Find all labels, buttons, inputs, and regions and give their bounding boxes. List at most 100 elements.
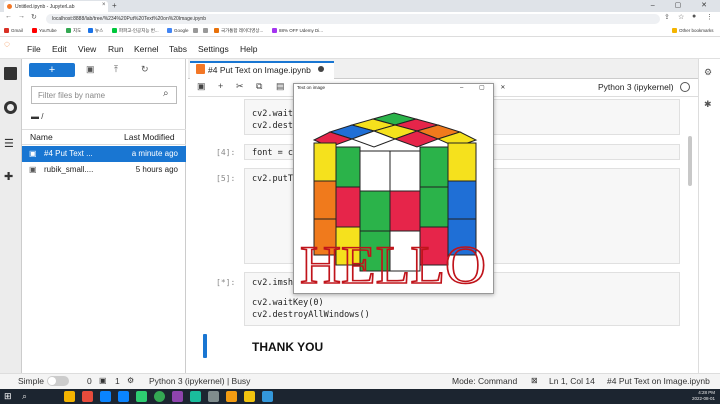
kernel-status-text[interactable]: Python 3 (ipykernel) | Busy xyxy=(149,376,250,386)
clock-date: 2022-08-01 xyxy=(691,396,715,401)
menu-edit[interactable]: Edit xyxy=(52,44,67,54)
bookmark-radar[interactable]: 국가통합 레이더영상... xyxy=(214,28,263,34)
app-icon[interactable] xyxy=(190,391,201,402)
new-launcher-button[interactable]: + xyxy=(29,63,75,77)
app-icon[interactable] xyxy=(136,391,147,402)
menu-view[interactable]: View xyxy=(78,44,96,54)
profile-icon[interactable]: ● xyxy=(692,13,696,20)
markdown-heading[interactable]: THANK YOU xyxy=(252,340,323,354)
bookmark-udemy[interactable]: 88% OFF Udemy Di... xyxy=(272,28,323,33)
bookmarks-bar xyxy=(0,25,720,37)
url-input[interactable]: localhost:8888/lab/tree/%234%20Put%20Tex… xyxy=(46,14,660,24)
app-icon[interactable] xyxy=(226,391,237,402)
scrollbar[interactable] xyxy=(688,136,692,186)
new-tab-button[interactable]: + xyxy=(112,1,117,10)
bookmark-star-icon[interactable]: ☆ xyxy=(678,13,684,21)
window-controls[interactable]: – ▢ ✕ xyxy=(651,1,716,9)
bookmark-papago[interactable]: 파파고-인공지능 번... xyxy=(112,28,159,34)
cell-prompt: [4]: xyxy=(216,148,236,157)
refresh-icon[interactable]: ↻ xyxy=(141,64,149,75)
window-title: Text on image xyxy=(297,85,326,90)
page-icon xyxy=(193,28,198,33)
share-icon[interactable]: ⇪ xyxy=(664,13,670,21)
chrome-icon[interactable] xyxy=(154,391,165,402)
filter-files-input[interactable]: Filter files by name xyxy=(31,86,177,104)
app-icon[interactable] xyxy=(208,391,219,402)
bookmark-google[interactable]: Google xyxy=(167,28,189,33)
browser-menu-icon[interactable]: ⋮ xyxy=(706,13,713,21)
debugger-icon[interactable]: ✱ xyxy=(704,99,712,110)
bookmark-news[interactable]: 뉴스 xyxy=(88,28,103,34)
mode-indicator: Mode: Command xyxy=(452,376,518,386)
menu-run[interactable]: Run xyxy=(108,44,124,54)
radar-icon xyxy=(214,28,219,33)
bookmark-map[interactable]: 지도 xyxy=(66,28,81,34)
terminal-count[interactable]: 0 xyxy=(87,376,92,386)
window-controls[interactable]: – ▢ ✕ xyxy=(460,84,512,91)
file-row-selected[interactable]: ▣ #4 Put Text ... a minute ago xyxy=(22,146,186,162)
running-icon[interactable] xyxy=(4,101,17,114)
kernel-count[interactable]: 1 xyxy=(115,376,120,386)
breadcrumb[interactable]: ▬ / xyxy=(31,112,43,121)
notebook-file-icon: ▣ xyxy=(29,149,37,158)
bookmark-youtube[interactable]: YouTube xyxy=(32,28,57,33)
bookmark-blank-1[interactable] xyxy=(193,28,200,33)
table-of-contents-icon[interactable]: ☰ xyxy=(4,137,17,150)
unsaved-dot-icon[interactable] xyxy=(318,66,324,72)
menu-settings[interactable]: Settings xyxy=(198,44,229,54)
save-icon[interactable]: ▣ xyxy=(197,81,206,92)
cursor-position[interactable]: Ln 1, Col 14 xyxy=(549,376,595,386)
menu-kernel[interactable]: Kernel xyxy=(134,44,159,54)
taskbar-clock[interactable]: 4:28 PM 2022-08-01 xyxy=(692,390,715,402)
search-icon[interactable]: ⌕ xyxy=(22,391,33,402)
jupyter-logo-icon: ◌ xyxy=(4,39,10,50)
papago-icon xyxy=(112,28,117,33)
gmail-icon xyxy=(4,28,9,33)
browser-tab[interactable]: Untitled.ipynb - JupyterLab × xyxy=(4,1,108,12)
file-explorer-icon[interactable] xyxy=(64,391,75,402)
python-icon[interactable] xyxy=(262,391,273,402)
kernel-name[interactable]: Python 3 (ipykernel) xyxy=(598,82,674,92)
cut-icon[interactable]: ✂ xyxy=(236,81,244,92)
notebook-tab[interactable]: #4 Put Text on Image.ipynb xyxy=(190,61,334,79)
file-row[interactable]: ▣ rubik_small.... 5 hours ago xyxy=(22,162,186,178)
column-name[interactable]: Name xyxy=(30,132,53,142)
add-cell-icon[interactable]: + xyxy=(218,81,223,91)
store-icon[interactable] xyxy=(118,391,129,402)
menu-file[interactable]: File xyxy=(27,44,41,54)
forward-icon[interactable]: → xyxy=(18,13,25,20)
code-line: font = cv xyxy=(252,148,299,158)
paste-icon[interactable]: ▤ xyxy=(276,81,285,92)
column-last-modified[interactable]: Last Modified xyxy=(124,132,175,142)
edge-icon[interactable] xyxy=(100,391,111,402)
udemy-icon xyxy=(272,28,277,33)
upload-icon[interactable]: ⤒ xyxy=(114,64,118,75)
app-icon[interactable] xyxy=(82,391,93,402)
menu-help[interactable]: Help xyxy=(240,44,257,54)
news-icon xyxy=(88,28,93,33)
close-tab-icon[interactable]: × xyxy=(102,2,106,8)
kakaotalk-icon[interactable] xyxy=(244,391,255,402)
app-icon[interactable] xyxy=(172,391,183,402)
bookmark-blank-2[interactable] xyxy=(203,28,210,33)
simple-mode-toggle[interactable] xyxy=(47,376,69,386)
search-icon: ⌕ xyxy=(163,88,169,99)
folder-icon[interactable] xyxy=(4,67,17,80)
back-icon[interactable]: ← xyxy=(5,13,12,20)
notebook-icon xyxy=(196,64,205,74)
menu-tabs[interactable]: Tabs xyxy=(169,44,187,54)
image-file-icon: ▣ xyxy=(29,165,37,174)
bookmark-gmail[interactable]: Gmail xyxy=(4,28,23,33)
other-bookmarks[interactable]: Other bookmarks xyxy=(672,28,714,33)
extension-icon[interactable]: ✚ xyxy=(4,170,17,183)
copy-icon[interactable]: ⧉ xyxy=(256,81,262,92)
new-folder-icon[interactable]: ▣ xyxy=(86,64,95,75)
windows-start-icon[interactable]: ⊞ xyxy=(4,391,15,402)
reload-icon[interactable]: ↻ xyxy=(31,13,37,21)
youtube-icon xyxy=(32,28,37,33)
code-line: cv2.imsho xyxy=(252,278,299,288)
terminal-icon: ▣ xyxy=(99,376,107,385)
property-inspector-icon[interactable]: ⚙ xyxy=(704,67,712,78)
code-line: cv2.waitKey(0) xyxy=(252,298,324,308)
file-name: #4 Put Text ... xyxy=(44,149,93,158)
